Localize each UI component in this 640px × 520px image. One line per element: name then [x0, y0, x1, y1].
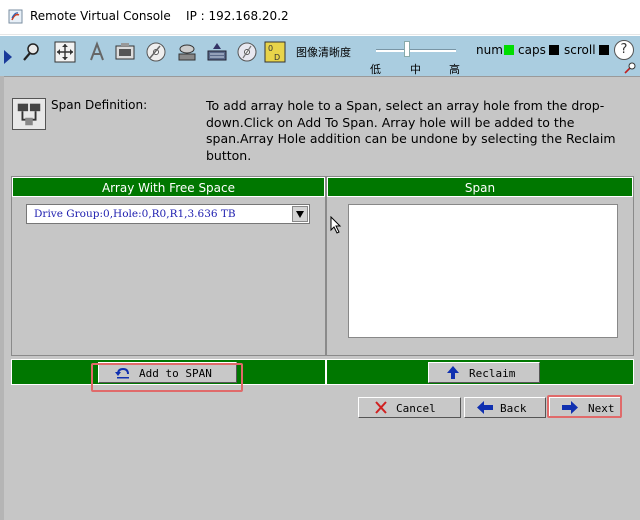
slider-tick-high: 高 — [449, 63, 460, 76]
next-highlight — [547, 395, 622, 418]
disc-icon[interactable] — [145, 41, 167, 63]
svg-text:D: D — [274, 53, 280, 62]
span-header: Span — [327, 177, 633, 197]
up-arrow-icon — [447, 366, 459, 379]
scroll-lock-indicator — [599, 45, 609, 55]
java-app-icon — [8, 9, 23, 24]
array-hole-selected: Drive Group:0,Hole:0,R0,R1,3.636 TB — [34, 208, 236, 220]
monitor-icon[interactable] — [114, 41, 136, 63]
span-definition-label: Span Definition: — [51, 98, 148, 112]
console-toolbar: 0D 图像清晰度 低 中 高 num caps scroll ? — [0, 36, 640, 76]
caps-lock-indicator — [549, 45, 559, 55]
drive-icon[interactable] — [176, 41, 198, 63]
back-label: Back — [500, 402, 527, 415]
window-title: Remote Virtual Console IP : 192.168.20.2 — [30, 9, 289, 23]
array-free-space-header: Array With Free Space — [12, 177, 325, 197]
cancel-button[interactable]: Cancel — [358, 397, 461, 418]
back-arrow-icon — [477, 401, 493, 414]
move-icon[interactable] — [54, 41, 76, 63]
close-icon — [375, 401, 387, 414]
collapse-arrow-icon[interactable] — [4, 50, 12, 64]
font-icon[interactable] — [86, 41, 108, 63]
mouse-cursor-icon — [330, 216, 342, 234]
cd-icon[interactable] — [236, 41, 258, 63]
chevron-down-icon[interactable] — [292, 206, 308, 222]
toolbar-pin-icon[interactable] — [624, 62, 636, 74]
back-button[interactable]: Back — [464, 397, 546, 418]
content-divider — [0, 76, 640, 77]
keyboard-icon[interactable] — [206, 41, 228, 63]
svg-text:0: 0 — [268, 44, 273, 53]
scroll-lock-label: scroll — [564, 43, 596, 57]
image-quality-label: 图像清晰度 — [296, 46, 351, 59]
span-definition-icon — [12, 98, 46, 130]
window-titlebar: Remote Virtual Console IP : 192.168.20.2 — [0, 0, 640, 35]
pointer-icon[interactable] — [20, 41, 42, 63]
reclaim-button[interactable]: Reclaim — [428, 362, 540, 383]
instructions-text: To add array hole to a Span, select an a… — [206, 98, 616, 163]
span-list-box[interactable] — [348, 204, 618, 338]
caps-lock-label: caps — [518, 43, 546, 57]
record-icon[interactable]: 0D — [264, 41, 286, 63]
reclaim-label: Reclaim — [469, 367, 516, 380]
slider-tick-mid: 中 — [410, 63, 421, 76]
help-icon[interactable]: ? — [614, 40, 634, 60]
quality-slider-track[interactable] — [376, 49, 456, 52]
array-hole-dropdown[interactable]: Drive Group:0,Hole:0,R0,R1,3.636 TB — [26, 204, 310, 224]
array-free-space-panel — [11, 176, 326, 356]
add-to-span-highlight — [91, 363, 243, 392]
wizard-content: Span Definition: To add array hole to a … — [0, 76, 640, 520]
quality-slider-thumb[interactable] — [404, 41, 410, 57]
cancel-label: Cancel — [396, 402, 436, 415]
num-lock-label: num — [476, 43, 503, 57]
num-lock-indicator — [504, 45, 514, 55]
left-edge-strip — [0, 76, 4, 520]
slider-tick-low: 低 — [370, 63, 381, 76]
